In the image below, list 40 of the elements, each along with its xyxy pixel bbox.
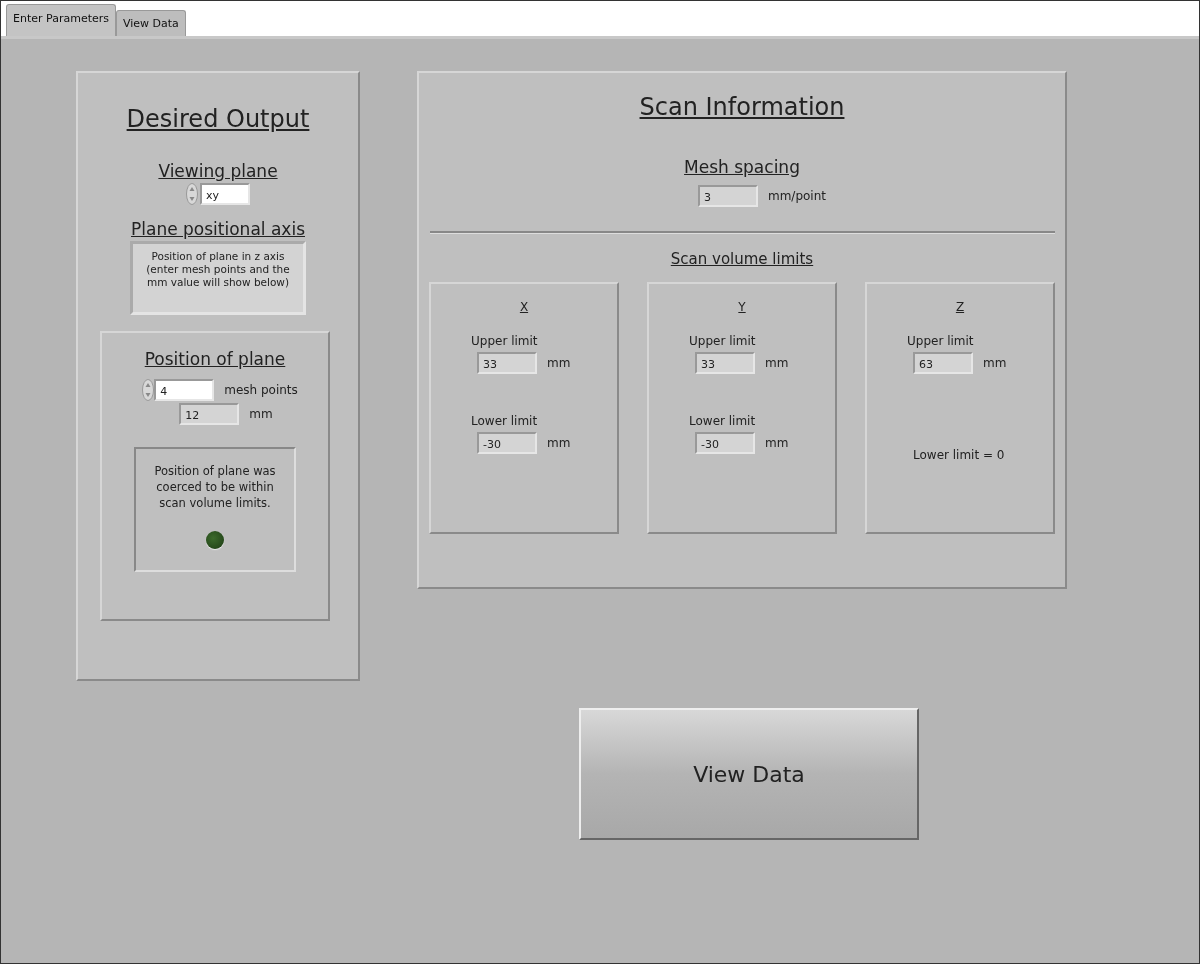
field-label: Plane positional axis — [131, 219, 305, 239]
axis-label: Z — [955, 300, 965, 314]
output-field: 12 — [179, 403, 240, 425]
field-label: Mesh spacing — [684, 157, 800, 177]
unit-label: mesh points — [224, 383, 298, 397]
panel-title: Scan Information — [639, 93, 845, 121]
input-field[interactable]: 33 — [695, 352, 755, 374]
unit-label: mm — [765, 436, 789, 450]
field-label: Upper limit — [907, 334, 975, 348]
field-label: Lower limit — [471, 414, 539, 428]
field-label: Upper limit — [471, 334, 539, 348]
spinner-icon[interactable] — [142, 379, 155, 401]
input-field[interactable]: -30 — [477, 432, 537, 454]
axis-label: Y — [738, 300, 746, 314]
input-field[interactable]: -30 — [695, 432, 755, 454]
unit-label: mm — [249, 407, 273, 421]
spinner-icon[interactable] — [186, 183, 198, 205]
tab[interactable]: Enter Parameters — [6, 4, 116, 36]
panel-title: Desired Output — [126, 105, 310, 133]
view-data-button[interactable]: View Data — [579, 708, 919, 840]
axis-label: X — [519, 300, 529, 314]
unit-label: mm — [765, 356, 789, 370]
section-title: Scan volume limits — [670, 250, 814, 268]
message-text: Position of plane was coerced to be within scan volume limits. — [154, 463, 276, 511]
input-field[interactable]: 3 — [698, 185, 758, 207]
limit-note: Lower limit = 0 — [913, 448, 1006, 462]
unit-label: mm — [547, 436, 571, 450]
input-field[interactable]: xy — [200, 183, 250, 205]
description-text: Position of plane in z axis (enter mesh points and the mm value will show below) — [130, 241, 306, 315]
unit-label: mm/point — [768, 189, 826, 203]
unit-label: mm — [983, 356, 1007, 370]
input-field[interactable]: 63 — [913, 352, 973, 374]
input-field[interactable]: 4 — [154, 379, 215, 401]
field-label: Viewing plane — [158, 161, 278, 181]
panel-title: Position of plane — [144, 349, 286, 369]
field-label: Lower limit — [689, 414, 757, 428]
tab[interactable]: View Data — [116, 10, 186, 36]
input-field[interactable]: 33 — [477, 352, 537, 374]
unit-label: mm — [547, 356, 571, 370]
field-label: Upper limit — [689, 334, 757, 348]
